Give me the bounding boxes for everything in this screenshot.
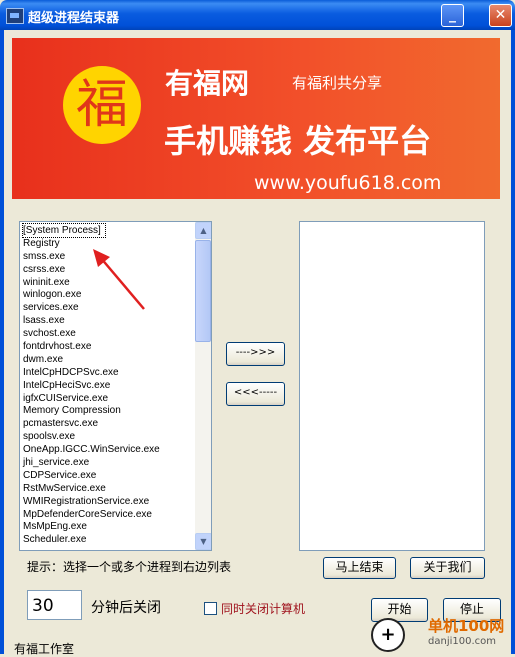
shutdown-checkbox[interactable] <box>204 602 217 615</box>
end-now-button[interactable]: 马上结束 <box>323 557 396 579</box>
process-list-item[interactable]: lsass.exe <box>23 314 195 327</box>
process-list-item[interactable]: spoolsv.exe <box>23 430 195 443</box>
process-list-item[interactable]: IntelCpHeciSvc.exe <box>23 379 195 392</box>
process-list-item[interactable]: CDPService.exe <box>23 469 195 482</box>
scroll-up-icon[interactable]: ▲ <box>195 222 211 239</box>
move-left-button[interactable]: <<<----- <box>226 382 285 406</box>
process-list-item[interactable]: MpDefenderCoreService.exe <box>23 508 195 521</box>
watermark-url: danji100.com <box>428 636 496 647</box>
banner-url: www.youfu618.com <box>254 172 442 194</box>
process-list-item[interactable]: Scheduler.exe <box>23 533 195 546</box>
title-bar[interactable]: 超级进程结束器 _ ✕ <box>0 0 515 30</box>
window-title: 超级进程结束器 <box>28 11 120 26</box>
process-list-item[interactable]: fontdrvhost.exe <box>23 340 195 353</box>
process-list-item[interactable]: IntelCpHDCPSvc.exe <box>23 366 195 379</box>
window-frame-left <box>0 30 4 654</box>
watermark-logo-icon: + <box>371 618 405 652</box>
process-list-item[interactable]: OneApp.IGCC.WinService.exe <box>23 443 195 456</box>
process-list-item[interactable]: MsMpEng.exe <box>23 520 195 533</box>
process-list-scrollbar[interactable]: ▲ ▼ <box>195 222 211 550</box>
process-list-item[interactable]: igfxCUIService.exe <box>23 392 195 405</box>
process-list-item[interactable]: RstMwService.exe <box>23 482 195 495</box>
about-us-button[interactable]: 关于我们 <box>410 557 485 579</box>
close-button[interactable]: ✕ <box>489 4 512 27</box>
process-list-item[interactable]: [System Process] <box>22 223 106 238</box>
shutdown-checkbox-label[interactable]: 同时关闭计算机 <box>221 600 305 617</box>
target-process-list[interactable] <box>299 221 485 551</box>
process-list-item[interactable]: Memory Compression <box>23 404 195 417</box>
scroll-thumb[interactable] <box>195 240 211 342</box>
minutes-input[interactable]: 30 <box>27 590 82 620</box>
banner-logo: 福 <box>63 66 141 144</box>
process-list-item[interactable]: WMIRegistrationService.exe <box>23 495 195 508</box>
watermark-name: 单机100网 <box>428 617 505 635</box>
minimize-button[interactable]: _ <box>441 4 464 27</box>
process-list-item[interactable]: svchost.exe <box>23 327 195 340</box>
process-list-item[interactable]: jhi_service.exe <box>23 456 195 469</box>
process-list-item[interactable]: dwm.exe <box>23 353 195 366</box>
minutes-label: 分钟后关闭 <box>91 600 161 616</box>
site-watermark: + 单机100网 danji100.com <box>366 614 515 654</box>
process-list-item[interactable]: pcmastersvc.exe <box>23 417 195 430</box>
banner-headline: 手机赚钱 发布平台 <box>164 122 432 160</box>
window-frame-right <box>511 30 515 654</box>
red-arrow-icon <box>93 249 145 310</box>
move-right-button[interactable]: ---->>> <box>226 342 285 366</box>
scroll-down-icon[interactable]: ▼ <box>195 533 211 550</box>
banner-slogan: 有福利共分享 <box>292 74 383 92</box>
ad-banner[interactable]: 福 有福网 有福利共分享 手机赚钱 发布平台 www.youfu618.com <box>12 38 500 199</box>
hint-text: 提示：选择一个或多个进程到右边列表 <box>27 560 232 574</box>
app-icon <box>6 8 24 24</box>
footer-studio: 有福工作室 <box>14 642 75 656</box>
banner-name: 有福网 <box>165 67 250 100</box>
